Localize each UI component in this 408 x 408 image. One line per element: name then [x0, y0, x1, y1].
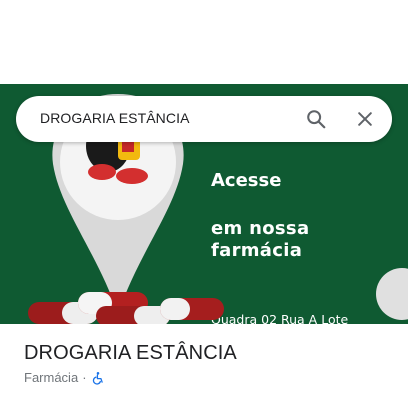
- place-meta: Farmácia ·: [24, 370, 105, 385]
- wheelchair-icon: [92, 371, 103, 385]
- search-query-text[interactable]: DROGARIA ESTÂNCIA: [40, 110, 190, 126]
- clear-search-button[interactable]: [351, 105, 379, 133]
- capsule-pills-decoration: [28, 292, 224, 324]
- meta-separator: ·: [82, 370, 87, 385]
- close-icon: [358, 112, 372, 126]
- search-button[interactable]: [302, 105, 330, 133]
- promo-heading-top: Acesse: [211, 170, 282, 191]
- search-icon: [307, 110, 326, 129]
- place-category: Farmácia: [24, 370, 79, 385]
- pin-decoration-icon: [376, 268, 408, 320]
- search-bar[interactable]: DROGARIA ESTÂNCIA: [16, 96, 392, 142]
- place-title: DROGARIA ESTÂNCIA: [24, 342, 237, 364]
- promo-heading: em nossa farmácia: [211, 218, 310, 261]
